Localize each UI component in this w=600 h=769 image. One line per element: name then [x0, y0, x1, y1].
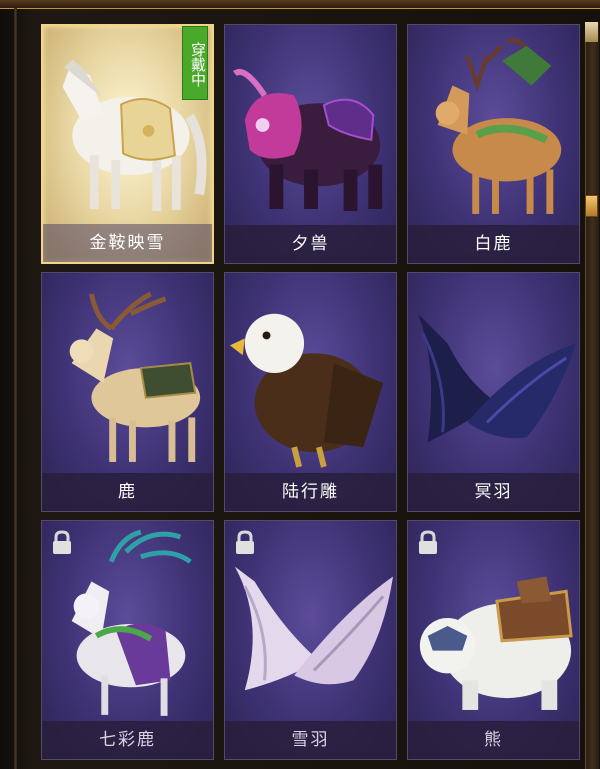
mount-name: 夕兽 — [225, 225, 396, 263]
mount-card-golden-saddle-horse[interactable]: 穿戴中 金鞍映雪 — [41, 24, 214, 264]
mount-card-rainbow-deer[interactable]: 七彩鹿 — [41, 520, 214, 760]
mount-name: 冥羽 — [408, 473, 579, 511]
purple-beast-image — [233, 69, 383, 211]
scroll-thumb[interactable] — [585, 195, 598, 217]
lock-icon — [419, 530, 437, 554]
panel-left-border — [14, 8, 17, 769]
mount-card-snow-feather[interactable]: 雪羽 — [224, 520, 397, 760]
mount-card-nian-beast[interactable]: 夕兽 — [224, 24, 397, 264]
antlered-deer-image — [435, 38, 562, 214]
scroll-up-arrow[interactable] — [585, 22, 598, 42]
equipped-badge: 穿戴中 — [182, 26, 208, 100]
mount-name: 白鹿 — [408, 225, 579, 263]
mount-name: 七彩鹿 — [42, 721, 213, 759]
lock-icon — [236, 530, 254, 554]
scrollbar[interactable] — [585, 22, 599, 769]
mount-grid: 穿戴中 金鞍映雪 夕兽 白鹿 鹿 陆行雕 冥羽 七彩鹿 雪羽 熊 — [38, 22, 580, 769]
mount-name: 金鞍映雪 — [43, 224, 212, 262]
mount-name: 雪羽 — [225, 721, 396, 759]
mount-name: 陆行雕 — [225, 473, 396, 511]
mount-name: 熊 — [408, 721, 579, 759]
panel-top-border — [0, 0, 600, 9]
mount-name: 鹿 — [42, 473, 213, 511]
tan-deer-image — [69, 291, 201, 462]
mount-card-bear[interactable]: 熊 — [407, 520, 580, 760]
lock-icon — [53, 530, 71, 554]
mount-card-white-deer[interactable]: 白鹿 — [407, 24, 580, 264]
dark-wings-image — [417, 313, 577, 443]
mount-card-deer[interactable]: 鹿 — [41, 272, 214, 512]
mount-card-dark-feather[interactable]: 冥羽 — [407, 272, 580, 512]
mount-card-land-eagle[interactable]: 陆行雕 — [224, 272, 397, 512]
eagle-image — [229, 313, 384, 468]
